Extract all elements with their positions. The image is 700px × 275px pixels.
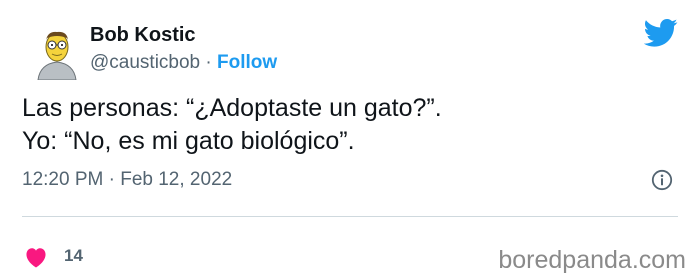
author-handle[interactable]: @causticbob [90, 52, 200, 73]
twitter-bird-icon[interactable] [644, 18, 678, 48]
divider [22, 216, 678, 217]
meta-separator: · [103, 169, 121, 190]
tweet-text-line: Yo: “No, es mi gato biológico”. [22, 127, 355, 155]
author-name[interactable]: Bob Kostic [90, 24, 196, 47]
follow-button[interactable]: Follow [217, 52, 277, 73]
handle-row: @causticbob · Follow [90, 52, 277, 74]
heart-icon[interactable] [24, 246, 48, 268]
watermark: boredpanda.com [498, 246, 686, 274]
tweet-text: Las personas: “¿Adoptaste un gato?”. Yo:… [22, 92, 662, 158]
tweet-text-line: Las personas: “¿Adoptaste un gato?”. [22, 94, 442, 122]
tweet-timestamp[interactable]: 12:20 PM · Feb 12, 2022 [22, 169, 232, 191]
info-icon[interactable] [651, 169, 673, 191]
avatar[interactable] [34, 28, 80, 80]
like-count[interactable]: 14 [64, 246, 83, 266]
handle-separator: · [200, 52, 218, 73]
tweet-time: 12:20 PM [22, 169, 104, 190]
tweet-date: Feb 12, 2022 [120, 169, 233, 190]
